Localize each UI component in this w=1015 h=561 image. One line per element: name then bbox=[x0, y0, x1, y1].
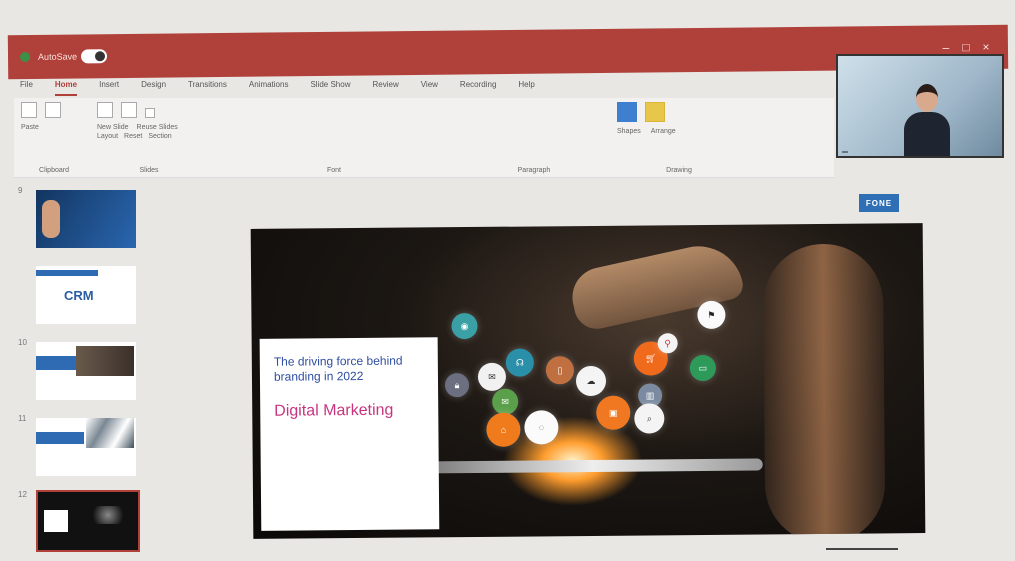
paste-button[interactable] bbox=[21, 102, 37, 118]
group-label-paragraph: Paragraph bbox=[517, 167, 551, 174]
tab-recording[interactable]: Recording bbox=[460, 80, 496, 96]
slide-preview bbox=[36, 490, 140, 552]
new-slide-button[interactable] bbox=[97, 102, 113, 118]
tab-file[interactable]: File bbox=[20, 80, 33, 96]
close-icon[interactable]: × bbox=[976, 40, 996, 54]
slide-image bbox=[88, 506, 128, 524]
group-slides: New Slide Reuse Slides Layout Reset Sect… bbox=[94, 98, 204, 176]
phone-icon: ▯ bbox=[545, 356, 575, 385]
group-label-drawing: Drawing bbox=[666, 167, 692, 174]
slide-image bbox=[86, 418, 134, 448]
slide-tagline: The driving force behind branding in 202… bbox=[273, 353, 403, 384]
slide-number: 10 bbox=[18, 338, 27, 347]
group-label-font: Font bbox=[326, 167, 341, 174]
slide-heading: Digital Marketing bbox=[274, 401, 394, 420]
shapes-label: Shapes bbox=[617, 128, 641, 135]
slide-thumbnail[interactable]: 9 bbox=[14, 186, 154, 248]
ribbon: Paste Clipboard New Slide Reuse Slides L… bbox=[14, 98, 834, 178]
slide-thumbnail[interactable]: CRM bbox=[14, 262, 154, 324]
slide-number: 12 bbox=[18, 490, 27, 499]
autosave-label: AutoSave bbox=[37, 51, 78, 62]
group-font: Font bbox=[214, 98, 454, 176]
shapes-icon[interactable] bbox=[617, 102, 637, 122]
tab-view[interactable]: View bbox=[421, 80, 438, 96]
lock-icon: 🔒︎ bbox=[444, 373, 470, 398]
arrange-label: Arrange bbox=[650, 128, 676, 135]
reuse-slides-label: Reuse Slides bbox=[136, 124, 178, 131]
tab-animations[interactable]: Animations bbox=[249, 80, 289, 96]
group-paragraph: Paragraph bbox=[464, 98, 604, 176]
ribbon-tabs: File Home Insert Design Transitions Anim… bbox=[20, 80, 820, 96]
wifi-icon: ◉ bbox=[451, 312, 478, 340]
slide-card-shape bbox=[44, 510, 68, 532]
card-icon: ▭ bbox=[689, 354, 717, 382]
bag-icon: ▣ bbox=[596, 395, 631, 430]
group-drawing: Shapes Arrange Drawing bbox=[614, 98, 744, 176]
background-arm bbox=[762, 243, 886, 539]
globe-icon: ◌ bbox=[524, 410, 559, 445]
tablet-shape bbox=[422, 458, 763, 474]
app-icon bbox=[19, 52, 31, 63]
slide-thumbnail[interactable]: 11 bbox=[14, 414, 154, 476]
new-slide-label: New Slide bbox=[97, 124, 129, 131]
slides-pane: 9 CRM 10 11 12 bbox=[14, 186, 154, 556]
slide-preview bbox=[36, 418, 136, 476]
slide-preview: CRM bbox=[36, 266, 136, 324]
tab-transitions[interactable]: Transitions bbox=[188, 80, 227, 96]
title-bar-shape bbox=[36, 432, 84, 444]
status-indicator bbox=[826, 548, 898, 550]
section-label[interactable]: Section bbox=[148, 133, 171, 140]
slide-number: 11 bbox=[18, 414, 27, 423]
presenter-head bbox=[916, 84, 938, 112]
crm-text: CRM bbox=[64, 288, 94, 303]
group-clipboard: Paste Clipboard bbox=[18, 98, 90, 176]
layout-button[interactable] bbox=[144, 108, 155, 118]
mail-icon: ✉ bbox=[492, 388, 519, 415]
slide-thumbnail-selected[interactable]: 12 bbox=[14, 490, 154, 552]
document-title bbox=[125, 48, 906, 56]
reuse-slides-button[interactable] bbox=[120, 102, 137, 118]
search-icon: ⌕ bbox=[634, 403, 665, 434]
presenter-torso bbox=[904, 112, 950, 156]
cloud-icon: ☁ bbox=[575, 365, 607, 397]
brand-badge: FONE bbox=[859, 194, 899, 212]
layout-label[interactable]: Layout bbox=[97, 133, 118, 140]
paste-label: Paste bbox=[21, 124, 39, 131]
tab-review[interactable]: Review bbox=[372, 80, 398, 96]
tab-slide-show[interactable]: Slide Show bbox=[310, 80, 350, 96]
slide-number: 9 bbox=[18, 186, 23, 195]
main-slide[interactable]: ◉ ✉ ☊ 🔒︎ ✉ ▯ ☁ 🛒︎ ⚲ ⚑ ▭ ⌂ ◌ ▣ ▥ ⌕ The dr… bbox=[250, 223, 926, 539]
arrange-icon[interactable] bbox=[644, 102, 665, 122]
presenter-name bbox=[842, 151, 848, 153]
tab-insert[interactable]: Insert bbox=[99, 80, 119, 96]
title-card[interactable]: The driving force behind branding in 202… bbox=[259, 337, 440, 531]
title-bar-shape bbox=[36, 270, 98, 276]
tab-home[interactable]: Home bbox=[54, 80, 78, 96]
chat-icon: ✉ bbox=[477, 362, 507, 391]
webcam-video[interactable] bbox=[836, 54, 1004, 158]
group-label-slides: Slides bbox=[139, 167, 159, 174]
maximize-icon[interactable]: □ bbox=[956, 40, 976, 54]
slide-preview bbox=[36, 190, 136, 248]
location-pin-icon: ⚲ bbox=[657, 333, 678, 354]
shop-icon: ⌂ bbox=[486, 412, 521, 447]
slide-image bbox=[76, 346, 134, 376]
toggle-icon bbox=[80, 49, 108, 64]
tab-design[interactable]: Design bbox=[141, 80, 166, 96]
autosave-toggle[interactable]: AutoSave bbox=[37, 49, 108, 64]
cut-icon[interactable] bbox=[44, 102, 61, 118]
headset-icon: ☊ bbox=[505, 348, 534, 377]
idea-icon: ⚑ bbox=[697, 300, 726, 330]
slide-preview bbox=[36, 342, 136, 400]
group-label-clipboard: Clipboard bbox=[39, 167, 69, 174]
reset-label[interactable]: Reset bbox=[124, 133, 142, 140]
title-bar-shape bbox=[36, 356, 76, 370]
slide-thumbnail[interactable]: 10 bbox=[14, 338, 154, 400]
tab-help[interactable]: Help bbox=[518, 80, 534, 96]
presenter-avatar bbox=[904, 84, 950, 156]
minimize-icon[interactable]: – bbox=[936, 40, 956, 54]
